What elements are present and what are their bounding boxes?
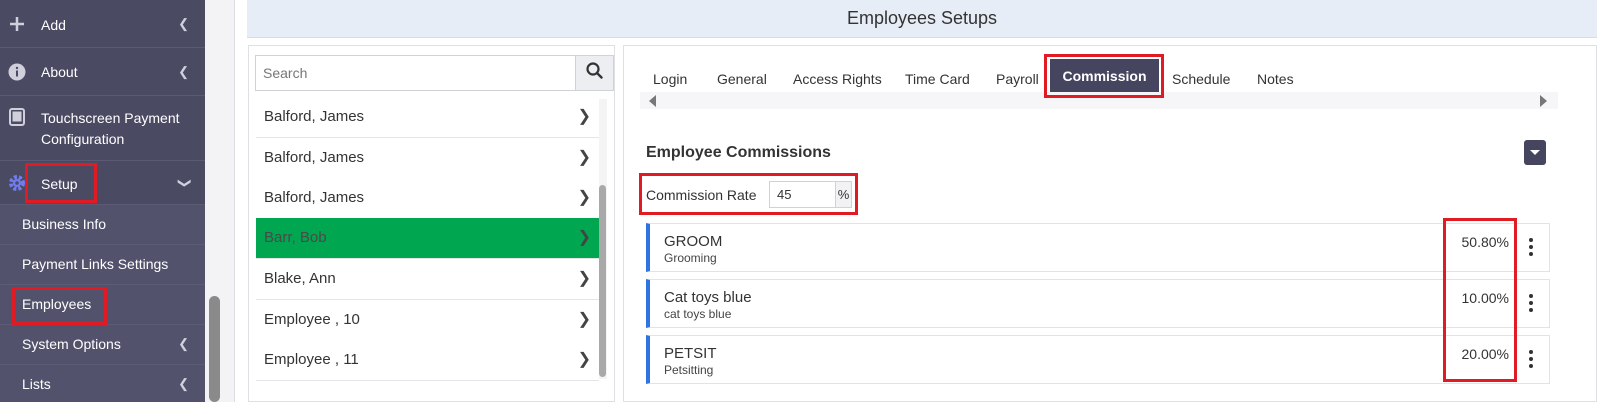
info-icon (8, 63, 26, 81)
page-title: Employees Setups (846, 8, 998, 28)
app-root: Add ❮ About ❮ Touchscreen Payment Config… (0, 0, 1597, 402)
sidebar-subitem-payment-links[interactable]: Payment Links Settings (0, 245, 205, 285)
sidebar-item-label: Setup (41, 176, 78, 192)
chevron-right-icon: ❯ (577, 108, 591, 125)
more-options-icon[interactable] (1529, 238, 1533, 256)
section-dropdown-button[interactable] (1524, 140, 1546, 165)
page-header: Employees Setups (247, 0, 1597, 38)
commission-item-description: cat toys blue (664, 307, 732, 321)
caret-down-icon (1530, 150, 1540, 155)
chevron-down-icon: ❮ (175, 177, 191, 189)
search-box (255, 55, 614, 91)
subitem-label: Employees (22, 296, 92, 312)
commission-item[interactable]: PETSIT Petsitting 20.00% (646, 335, 1550, 384)
commission-item-name: Cat toys blue (664, 289, 752, 306)
section-title: Employee Commissions (646, 144, 831, 161)
sidebar-subitem-business-info[interactable]: Business Info (0, 205, 205, 245)
sidebar-subitem-lists[interactable]: Lists ❮ (0, 365, 205, 402)
chevron-right-icon: ❯ (577, 270, 591, 287)
tab-general[interactable]: General (717, 71, 767, 87)
label-line-1: Touchscreen Payment (41, 110, 180, 126)
commission-item-description: Grooming (664, 251, 717, 265)
commission-item[interactable]: Cat toys blue cat toys blue 10.00% (646, 279, 1550, 328)
tab-login[interactable]: Login (653, 71, 687, 87)
employee-name: Balford, James (264, 189, 365, 206)
sidebar-item-setup[interactable]: Setup ❮ (0, 161, 205, 205)
commission-item-percent: 10.00% (1461, 290, 1509, 306)
search-input[interactable] (256, 56, 576, 90)
sidebar: Add ❮ About ❮ Touchscreen Payment Config… (0, 0, 205, 402)
employee-name: Balford, James (264, 149, 365, 166)
employee-name: Employee , 10 (264, 311, 360, 328)
search-icon (586, 62, 603, 84)
employee-name: Employee , 11 (264, 351, 359, 368)
employee-list-item[interactable]: Employee , 10 ❯ (256, 300, 599, 341)
chevron-right-icon: ❯ (577, 149, 591, 166)
scroll-right-icon[interactable] (1540, 95, 1547, 107)
tab-schedule[interactable]: Schedule (1172, 71, 1230, 87)
commission-rate-input[interactable] (769, 181, 836, 208)
employee-list-item[interactable]: Employee , 11 ❯ (256, 340, 599, 381)
scroll-left-icon[interactable] (649, 95, 656, 107)
subitem-label: Lists (22, 376, 51, 392)
chevron-left-icon: ❮ (178, 16, 189, 31)
chevron-left-icon: ❮ (178, 336, 189, 351)
subitem-label: Payment Links Settings (22, 256, 169, 272)
list-scrollbar-thumb[interactable] (599, 185, 606, 377)
sidebar-subitem-system-options[interactable]: System Options ❮ (0, 325, 205, 365)
plus-icon (8, 15, 26, 33)
tab-payroll[interactable]: Payroll (996, 71, 1039, 87)
chevron-right-icon: ❯ (577, 229, 591, 246)
employee-name: Blake, Ann (264, 270, 336, 287)
sidebar-item-add[interactable]: Add ❮ (0, 0, 205, 48)
employee-list-item[interactable]: Balford, James ❯ (256, 138, 599, 179)
tab-access-rights[interactable]: Access Rights (793, 71, 882, 87)
commission-item-percent: 20.00% (1461, 346, 1509, 362)
employee-list-item-selected[interactable]: Barr, Bob ❯ (256, 218, 599, 259)
tab-time-card[interactable]: Time Card (905, 71, 970, 87)
chevron-right-icon: ❯ (577, 351, 591, 368)
sidebar-subitem-employees[interactable]: Employees (0, 285, 205, 325)
commission-item-name: PETSIT (664, 345, 717, 362)
sidebar-item-label: Touchscreen Payment Configuration (41, 108, 180, 150)
sidebar-item-label: Add (41, 17, 66, 33)
chevron-right-icon: ❯ (577, 189, 591, 206)
commission-item[interactable]: GROOM Grooming 50.80% (646, 223, 1550, 272)
sidebar-scrollbar-thumb[interactable] (209, 296, 220, 402)
sidebar-item-touchscreen-payment[interactable]: Touchscreen Payment Configuration (0, 96, 205, 161)
employee-name: Balford, James (264, 108, 365, 125)
tablet-icon (8, 108, 26, 126)
commission-rate-label: Commission Rate (646, 187, 757, 203)
sidebar-item-label: About (41, 64, 78, 80)
percent-suffix: % (836, 181, 852, 208)
commission-item-description: Petsitting (664, 363, 714, 377)
employee-list-item[interactable]: Blake, Ann ❯ (256, 259, 599, 300)
employee-list-item[interactable]: Balford, James ❯ (256, 97, 599, 138)
sidebar-item-about[interactable]: About ❮ (0, 48, 205, 96)
more-options-icon[interactable] (1529, 350, 1533, 368)
tab-commission[interactable]: Commission (1050, 59, 1159, 92)
search-button[interactable] (575, 56, 613, 90)
chevron-left-icon: ❮ (178, 64, 189, 79)
chevron-left-icon: ❮ (178, 376, 189, 391)
more-options-icon[interactable] (1529, 294, 1533, 312)
commission-item-name: GROOM (664, 233, 723, 250)
employee-list-item[interactable]: Balford, James ❯ (256, 178, 599, 219)
tab-notes[interactable]: Notes (1257, 71, 1294, 87)
employee-name: Barr, Bob (264, 229, 327, 246)
chevron-right-icon: ❯ (577, 311, 591, 328)
gear-icon (8, 174, 26, 192)
subitem-label: System Options (22, 336, 121, 352)
commission-item-percent: 50.80% (1461, 234, 1509, 250)
subitem-label: Business Info (22, 216, 107, 232)
label-line-2: Configuration (41, 131, 125, 147)
tabs-scrollbar[interactable] (640, 92, 1558, 109)
